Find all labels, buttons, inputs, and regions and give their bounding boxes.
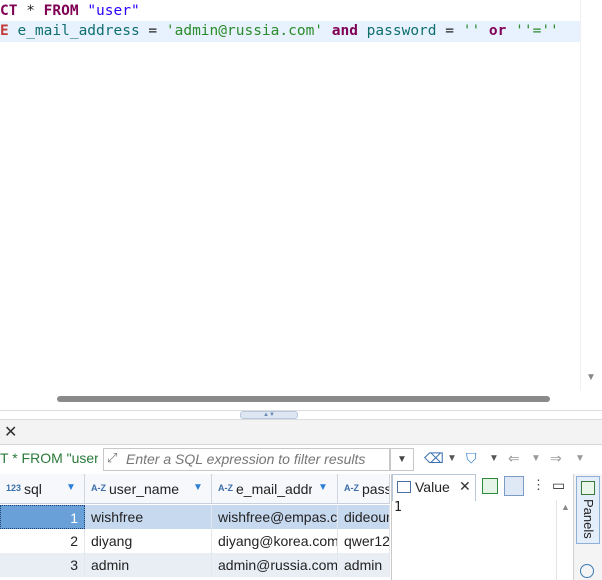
sql-keyword: and xyxy=(323,23,358,39)
column-header-password[interactable]: A-Z password xyxy=(338,474,390,504)
info-icon[interactable] xyxy=(580,564,594,578)
value-content[interactable]: 1 xyxy=(394,500,402,515)
table-cell[interactable]: admin xyxy=(85,553,212,577)
panel-splitter[interactable]: ▲▼ xyxy=(0,410,602,420)
results-tab-bar: ✕ xyxy=(0,420,602,445)
table-cell[interactable]: qwer1234 xyxy=(338,529,390,553)
back-arrow-icon[interactable]: ⇐ xyxy=(508,450,520,467)
table-cell[interactable]: dideoung xyxy=(338,505,390,529)
text-type-icon: A-Z xyxy=(344,483,359,493)
value-tab-label: Value xyxy=(415,479,450,495)
table-cell[interactable]: admin@russia.com xyxy=(212,553,338,577)
table-cell[interactable]: diyang xyxy=(85,529,212,553)
sort-icon[interactable]: ▼ xyxy=(193,482,203,493)
value-icon xyxy=(397,481,411,493)
column-header-email[interactable]: A-Z e_mail_address ▼ xyxy=(212,474,338,504)
sql-column: password xyxy=(357,23,437,39)
sql-line-2[interactable]: E e_mail_address = 'admin@russia.com' an… xyxy=(0,21,580,42)
panels-label: Panels xyxy=(581,499,596,539)
minimize-icon[interactable]: ▭ xyxy=(552,477,565,494)
column-header-label: e_mail_address xyxy=(236,481,312,497)
expand-icon[interactable]: ⤢ xyxy=(107,450,117,466)
chevron-down-icon[interactable]: ▼ xyxy=(489,453,499,464)
sql-keyword: E xyxy=(0,23,9,39)
table-cell[interactable]: wishfree xyxy=(85,505,212,529)
column-header-label: password xyxy=(362,481,390,497)
text-type-icon: A-Z xyxy=(91,483,106,493)
more-options-icon[interactable]: ⋮ xyxy=(532,477,545,493)
column-header-sql[interactable]: 123 sql ▼ xyxy=(0,474,85,504)
table-cell[interactable]: 3 xyxy=(0,553,85,577)
chevron-down-icon[interactable]: ▼ xyxy=(575,453,585,464)
editor-vertical-scrollbar[interactable]: ▼ xyxy=(580,0,602,390)
column-header-label: user_name xyxy=(109,481,180,497)
eraser-icon[interactable]: ⌫ xyxy=(424,450,444,467)
results-grid[interactable]: 123 sql ▼ A-Z user_name ▼ A-Z e_mail_add… xyxy=(0,474,390,580)
side-panels-strip: Panels xyxy=(573,474,602,580)
filter-history-dropdown[interactable]: ▼ xyxy=(390,448,414,471)
sql-editor[interactable]: CT * FROM "user" E e_mail_address = 'adm… xyxy=(0,0,580,390)
sort-icon[interactable]: ▼ xyxy=(66,482,76,493)
sql-operator: * xyxy=(17,3,44,19)
sql-keyword: or xyxy=(480,23,507,39)
sql-operator: = xyxy=(139,23,166,39)
table-cell[interactable]: diyang@korea.com xyxy=(212,529,338,553)
auto-save-icon[interactable] xyxy=(504,476,524,496)
filter-bar: T * FROM "user" ⤢ ▼ ⌫ ▼ ⛉ ▼ ⇐ ▼ ⇒ ▼ xyxy=(0,446,602,472)
sql-operator: = xyxy=(436,23,463,39)
sql-string: 'admin@russia.com' xyxy=(165,23,324,39)
filter-input[interactable] xyxy=(126,450,381,468)
sql-column: e_mail_address xyxy=(8,23,140,39)
sql-string: '' xyxy=(462,23,481,39)
scrollbar-thumb[interactable] xyxy=(57,396,550,402)
splitter-handle-icon[interactable]: ▲▼ xyxy=(240,411,298,419)
editor-horizontal-scrollbar[interactable] xyxy=(0,390,580,410)
column-header-label: sql xyxy=(24,481,42,497)
sql-line-1[interactable]: CT * FROM "user" xyxy=(0,1,140,22)
sql-identifier: "user" xyxy=(87,3,140,19)
panels-button[interactable]: Panels xyxy=(576,476,600,544)
column-header-user-name[interactable]: A-Z user_name ▼ xyxy=(85,474,212,504)
save-icon[interactable] xyxy=(482,478,498,494)
close-icon[interactable]: ✕ xyxy=(4,422,17,442)
chevron-down-icon[interactable]: ▼ xyxy=(531,453,541,464)
table-cell[interactable]: wishfree@empas.com xyxy=(212,505,338,529)
table-cell[interactable]: 1 xyxy=(0,505,85,529)
table-row[interactable]: 2 diyang diyang@korea.com qwer1234 xyxy=(0,529,390,553)
forward-arrow-icon[interactable]: ⇒ xyxy=(550,450,562,467)
table-cell[interactable]: 2 xyxy=(0,529,85,553)
sql-keyword: CT xyxy=(0,3,18,19)
numeric-type-icon: 123 xyxy=(6,483,22,493)
value-panel: Value ✕ ⋮ ▭ 1 ▲ xyxy=(391,474,574,580)
filter-box[interactable]: ⤢ xyxy=(103,448,390,471)
chevron-down-icon[interactable]: ▼ xyxy=(447,453,457,464)
scroll-down-arrow-icon[interactable]: ▼ xyxy=(586,372,596,383)
sql-keyword: FROM xyxy=(43,3,79,19)
sql-string: ''='' xyxy=(506,23,559,39)
value-tab[interactable]: Value ✕ xyxy=(392,474,476,501)
scroll-up-arrow-icon[interactable]: ▲ xyxy=(561,502,570,512)
text-type-icon: A-Z xyxy=(218,483,233,493)
close-icon[interactable]: ✕ xyxy=(459,478,471,495)
panels-icon xyxy=(581,481,595,495)
table-cell[interactable]: admin xyxy=(338,553,390,577)
table-row[interactable]: 1 wishfree wishfree@empas.com dideoung xyxy=(0,505,390,529)
filter-icon[interactable]: ⛉ xyxy=(466,450,477,467)
table-row[interactable]: 3 admin admin@russia.com admin xyxy=(0,553,390,577)
sort-icon[interactable]: ▼ xyxy=(318,482,328,493)
query-label[interactable]: T * FROM "user" xyxy=(0,450,98,466)
